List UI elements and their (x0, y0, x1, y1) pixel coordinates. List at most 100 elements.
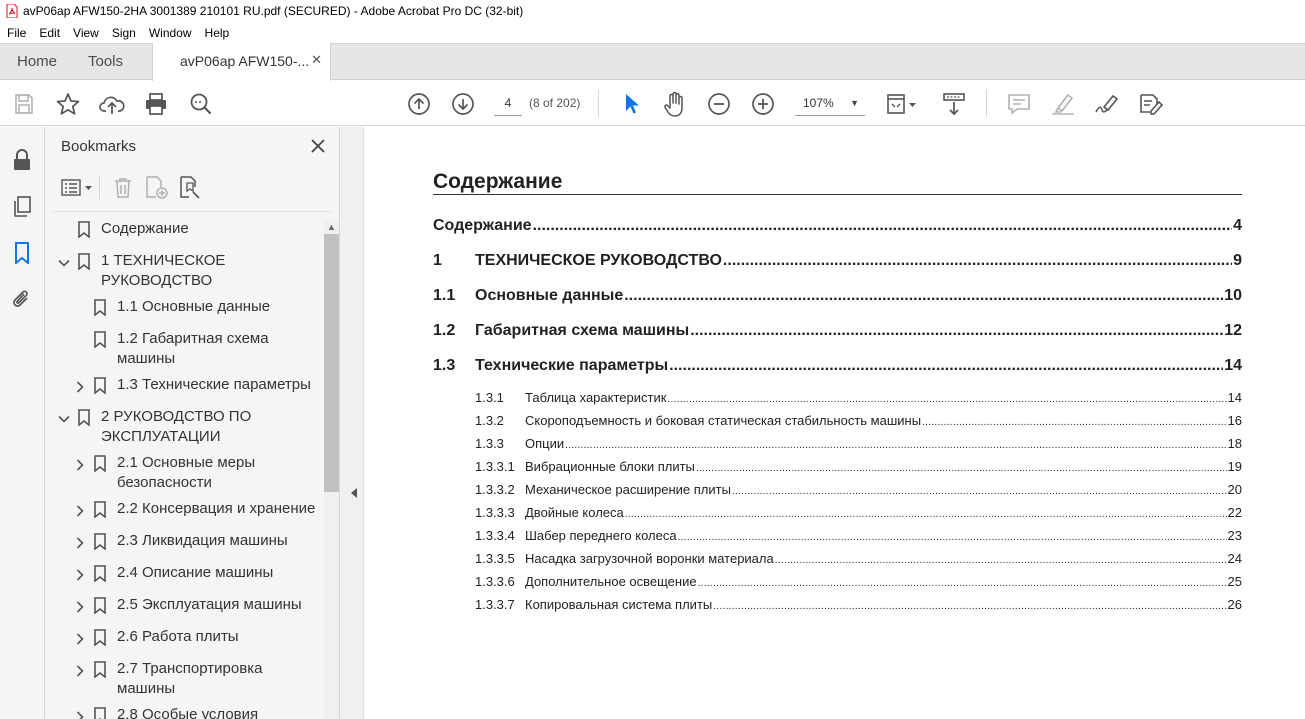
panel-splitter[interactable] (339, 127, 364, 719)
highlight-icon[interactable] (1050, 91, 1076, 117)
chevron-right-icon[interactable] (74, 457, 86, 471)
tab-home[interactable]: Home (17, 44, 57, 80)
menu-window[interactable]: Window (142, 26, 198, 40)
toc-subentry[interactable]: 1.3.3.6 Дополнительное освещение 25 (475, 574, 1242, 591)
fill-sign-icon[interactable] (1138, 91, 1164, 117)
star-icon[interactable] (55, 91, 81, 117)
next-page-icon[interactable] (450, 91, 476, 117)
close-icon[interactable] (309, 137, 327, 155)
toc-leader-dots (678, 528, 1227, 543)
bookmark-label-line: 2 РУКОВОДСТВО ПО (101, 408, 252, 425)
toc-entry[interactable]: 1.1 Основные данные 10 (433, 287, 1242, 309)
bookmark-item[interactable]: 2.2 Консервация и хранение (45, 499, 323, 519)
select-arrow-icon[interactable] (618, 91, 644, 117)
toc-subentry[interactable]: 1.3.3.7 Копировальная система плиты 26 (475, 597, 1242, 614)
scrollbar-thumb[interactable] (324, 234, 339, 492)
toc-subentry[interactable]: 1.3.2 Скороподъемность и боковая статичес… (475, 413, 1242, 430)
toc-subentry[interactable]: 1.3.3.3 Двойные колеса 22 (475, 505, 1242, 522)
chevron-right-icon[interactable] (74, 663, 86, 677)
toc-entry[interactable]: 1.3 Технические параметры 14 (433, 357, 1242, 379)
bookmark-panel-icon[interactable] (10, 241, 34, 265)
new-bookmark-icon[interactable] (145, 176, 169, 205)
toolbar: 4 (8 of 202) 107% ▼ (0, 81, 1305, 126)
delete-bookmark-icon[interactable] (113, 177, 133, 204)
bookmark-label: 2 РУКОВОДСТВО ПО ЭКСПЛУАТАЦИИ (101, 407, 251, 447)
bookmark-item[interactable]: Содержание (45, 219, 323, 239)
toc-subentry[interactable]: 1.3.3.2 Механическое расширение плиты 20 (475, 482, 1242, 499)
toc-entry[interactable]: 1 ТЕХНИЧЕСКОЕ РУКОВОДСТВО 9 (433, 252, 1242, 274)
toc-entry[interactable]: 1.2 Габаритная схема машины 12 (433, 322, 1242, 344)
save-icon[interactable] (11, 91, 37, 117)
page-fit-icon[interactable] (886, 91, 920, 117)
bookmark-item[interactable]: 1.2 Габаритная схема машины (45, 329, 323, 369)
bookmark-icon (94, 661, 106, 679)
toc-subentry[interactable]: 1.3.3 Опции 18 (475, 436, 1242, 453)
chevron-down-icon[interactable] (58, 255, 70, 267)
toc-subentry[interactable]: 1.3.3.4 Шабер переднего колеса 23 (475, 528, 1242, 545)
tab-tools[interactable]: Tools (88, 44, 123, 80)
toc-page-number: 22 (1227, 505, 1242, 520)
attachment-icon[interactable] (10, 287, 34, 311)
zoom-in-icon[interactable] (750, 91, 776, 117)
zoom-level-select[interactable]: 107% ▼ (795, 92, 865, 116)
chevron-down-icon: ▼ (850, 98, 859, 108)
page-number-input[interactable]: 4 (494, 92, 522, 116)
bookmark-item[interactable]: 1 ТЕХНИЧЕСКОЕ РУКОВОДСТВО (45, 251, 323, 291)
print-icon[interactable] (143, 91, 169, 117)
toc-title: Механическое расширение плиты (525, 482, 731, 497)
lock-icon[interactable] (10, 148, 34, 172)
toc-entry[interactable]: Содержание 4 (433, 217, 1242, 239)
bookmark-label-line: 1.1 Основные данные (117, 298, 271, 315)
bookmark-label: 2.1 Основные меры безопасности (117, 453, 255, 493)
chevron-right-icon[interactable] (74, 503, 86, 517)
bookmark-label: 1.1 Основные данные (117, 297, 270, 317)
sign-icon[interactable] (1094, 91, 1120, 117)
upload-icon[interactable] (99, 91, 125, 117)
bookmark-item[interactable]: 2.7 Транспортировка машины (45, 659, 323, 699)
menu-file[interactable]: File (0, 26, 32, 40)
scroll-mode-icon[interactable] (941, 91, 967, 117)
bookmark-item[interactable]: 2.6 Работа плиты (45, 627, 323, 647)
pages-thumbnail-icon[interactable] (10, 195, 34, 219)
toc-title: Скороподъемность и боковая статическая с… (525, 413, 922, 428)
find-bookmark-icon[interactable] (179, 176, 203, 205)
menu-view[interactable]: View (66, 26, 105, 40)
bookmark-options-icon[interactable] (61, 179, 95, 202)
zoom-out-icon[interactable] (706, 91, 732, 117)
menu-help[interactable]: Help (198, 26, 236, 40)
hand-icon[interactable] (662, 91, 688, 117)
bookmark-label: 2.2 Консервация и хранение (117, 499, 315, 519)
comment-icon[interactable] (1006, 91, 1032, 117)
bookmark-item[interactable]: 1.3 Технические параметры (45, 375, 323, 395)
toc-page-number: 16 (1227, 413, 1242, 428)
bookmark-item[interactable]: 1.1 Основные данные (45, 297, 323, 317)
prev-page-icon[interactable] (406, 91, 432, 117)
chevron-right-icon[interactable] (74, 709, 86, 719)
collapse-panel-arrow-icon[interactable] (351, 488, 357, 498)
chevron-right-icon[interactable] (74, 379, 86, 393)
toc-subentry[interactable]: 1.3.1 Таблица характеристик 14 (475, 390, 1242, 407)
menu-sign[interactable]: Sign (105, 26, 142, 40)
toc-subentry[interactable]: 1.3.3.1 Вибрационные блоки плиты 19 (475, 459, 1242, 476)
bookmark-item[interactable]: 2.4 Описание машины (45, 563, 323, 583)
scroll-up-arrow-icon[interactable]: ▲ (327, 222, 336, 232)
chevron-down-icon[interactable] (58, 411, 70, 423)
tab-document[interactable]: avP06ap AFW150-... ✕ (152, 43, 331, 81)
toc-number: 1.3 (433, 357, 456, 374)
chevron-right-icon[interactable] (74, 535, 86, 549)
chevron-right-icon[interactable] (74, 599, 86, 613)
bookmarks-scrollbar[interactable]: ▲ (324, 219, 339, 719)
toc-number: 1.3.1 (475, 390, 504, 405)
chevron-right-icon[interactable] (74, 631, 86, 645)
bookmark-item[interactable]: 2 РУКОВОДСТВО ПО ЭКСПЛУАТАЦИИ (45, 407, 323, 447)
zoom-search-icon[interactable] (188, 91, 214, 117)
close-tab-icon[interactable]: ✕ (311, 52, 322, 68)
bookmark-icon (94, 707, 106, 719)
bookmark-item[interactable]: 2.8 Особые условия (45, 705, 323, 719)
menu-edit[interactable]: Edit (32, 26, 66, 40)
bookmark-item[interactable]: 2.3 Ликвидация машины (45, 531, 323, 551)
chevron-right-icon[interactable] (74, 567, 86, 581)
bookmark-item[interactable]: 2.1 Основные меры безопасности (45, 453, 323, 493)
toc-subentry[interactable]: 1.3.3.5 Насадка загрузочной воронки матер… (475, 551, 1242, 568)
bookmark-item[interactable]: 2.5 Эксплуатация машины (45, 595, 323, 615)
